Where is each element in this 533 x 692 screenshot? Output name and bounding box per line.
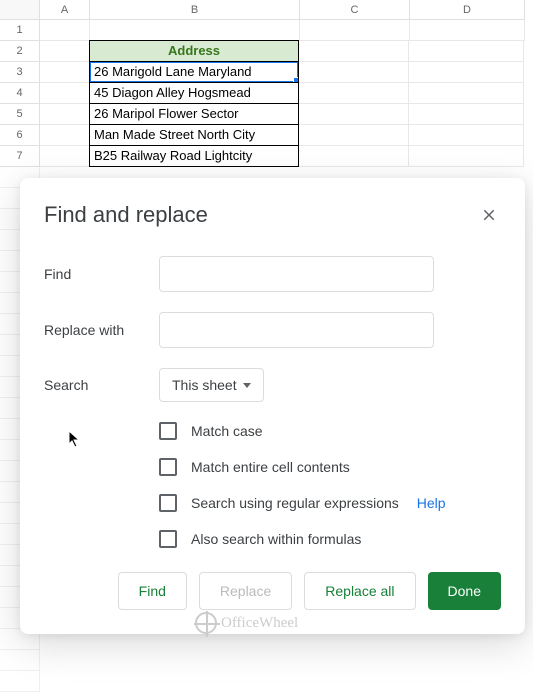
col-header-d[interactable]: D <box>410 0 525 20</box>
cell-d4[interactable] <box>409 83 524 104</box>
cell-c1[interactable] <box>300 20 410 41</box>
cell-d1[interactable] <box>410 20 525 41</box>
formulas-label: Also search within formulas <box>191 531 361 547</box>
cell-b5[interactable]: 26 Maripol Flower Sector <box>89 103 299 125</box>
replace-label: Replace with <box>44 322 159 338</box>
done-button[interactable]: Done <box>428 572 501 610</box>
replace-input[interactable] <box>159 312 434 348</box>
cell-b1[interactable] <box>90 20 300 41</box>
row-header-2[interactable]: 2 <box>0 41 40 62</box>
match-case-checkbox[interactable] <box>159 422 177 440</box>
row-header-6[interactable]: 6 <box>0 125 40 146</box>
cell-c4[interactable] <box>299 83 409 104</box>
cell-a2[interactable] <box>40 41 90 62</box>
cell-b4[interactable]: 45 Diagon Alley Hogsmead <box>89 82 299 104</box>
dialog-title: Find and replace <box>44 202 208 228</box>
cell-c7[interactable] <box>299 146 409 167</box>
cell-a4[interactable] <box>40 83 90 104</box>
col-header-a[interactable]: A <box>40 0 90 20</box>
cell-a7[interactable] <box>40 146 90 167</box>
cell-d6[interactable] <box>409 125 524 146</box>
search-scope-value: This sheet <box>172 377 237 393</box>
find-replace-dialog: Find and replace Find Replace with Searc… <box>20 178 525 634</box>
regex-label: Search using regular expressions <box>191 495 399 511</box>
cell-a1[interactable] <box>40 20 90 41</box>
replace-all-button[interactable]: Replace all <box>304 572 415 610</box>
col-header-b[interactable]: B <box>90 0 300 20</box>
cell-b3-selected[interactable]: 26 Marigold Lane Maryland <box>89 61 299 83</box>
row-header-5[interactable]: 5 <box>0 104 40 125</box>
row-header-3[interactable]: 3 <box>0 62 40 83</box>
select-all-corner[interactable] <box>0 0 40 20</box>
cell-b7[interactable]: B25 Railway Road Lightcity <box>89 145 299 167</box>
cell-d2[interactable] <box>409 41 524 62</box>
entire-cell-label: Match entire cell contents <box>191 459 350 475</box>
cell-d3[interactable] <box>409 62 524 83</box>
chevron-down-icon <box>243 383 251 388</box>
find-input[interactable] <box>159 256 434 292</box>
cell-d7[interactable] <box>409 146 524 167</box>
match-case-label: Match case <box>191 423 263 439</box>
regex-checkbox[interactable] <box>159 494 177 512</box>
replace-button[interactable]: Replace <box>199 572 292 610</box>
cell-b6[interactable]: Man Made Street North City <box>89 124 299 146</box>
cell-a5[interactable] <box>40 104 90 125</box>
row-header-4[interactable]: 4 <box>0 83 40 104</box>
cell-a6[interactable] <box>40 125 90 146</box>
row-header-faded[interactable] <box>0 650 40 671</box>
cell-c6[interactable] <box>299 125 409 146</box>
cell-c2[interactable] <box>299 41 409 62</box>
help-link[interactable]: Help <box>417 495 446 511</box>
formulas-checkbox[interactable] <box>159 530 177 548</box>
close-button[interactable] <box>477 203 501 227</box>
cell-b2-header[interactable]: Address <box>89 40 299 62</box>
cell-a3[interactable] <box>40 62 90 83</box>
find-label: Find <box>44 266 159 282</box>
row-header-faded[interactable] <box>0 671 40 692</box>
row-header-7[interactable]: 7 <box>0 146 40 167</box>
column-headers: A B C D <box>0 0 533 20</box>
entire-cell-checkbox[interactable] <box>159 458 177 476</box>
cell-c5[interactable] <box>299 104 409 125</box>
cell-d5[interactable] <box>409 104 524 125</box>
col-header-c[interactable]: C <box>300 0 410 20</box>
close-icon <box>480 206 498 224</box>
row-header-1[interactable]: 1 <box>0 20 40 41</box>
find-button[interactable]: Find <box>118 572 187 610</box>
search-scope-dropdown[interactable]: This sheet <box>159 368 264 402</box>
search-label: Search <box>44 377 159 393</box>
cell-c3[interactable] <box>299 62 409 83</box>
